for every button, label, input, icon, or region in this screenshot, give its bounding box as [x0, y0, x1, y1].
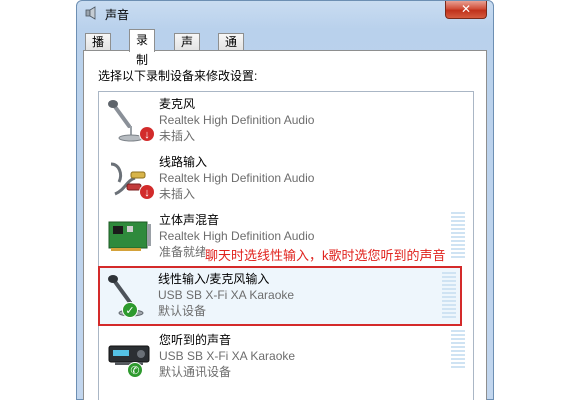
close-button[interactable]: ✕ — [445, 1, 487, 19]
unplugged-badge-icon: ↓ — [139, 184, 155, 200]
red-annotation-text: 聊天时选线性输入，k歌时选您听到的声音 — [205, 245, 446, 264]
sound-card-icon — [108, 221, 151, 251]
device-status: 默认通讯设备 — [159, 365, 232, 379]
level-meter — [442, 272, 456, 320]
unplugged-badge-icon: ↓ — [139, 126, 155, 142]
device-name: 线路输入 — [159, 155, 208, 169]
tab-playback[interactable]: 播放 — [85, 33, 112, 65]
recording-panel: 选择以下录制设备来修改设置: ↓ 麦克风 Realtek High Defini… — [83, 50, 487, 400]
device-driver: USB SB X-Fi XA Karaoke — [158, 288, 295, 302]
device-status: 未插入 — [159, 129, 196, 143]
device-driver: USB SB X-Fi XA Karaoke — [159, 349, 296, 363]
device-item-what-you-hear[interactable]: ✆ 您听到的声音 USB SB X-Fi XA Karaoke 默认通讯设备 — [99, 328, 473, 385]
tab-sounds[interactable]: 声音 — [174, 33, 201, 65]
level-meter — [451, 330, 465, 370]
device-driver: Realtek High Definition Audio — [159, 229, 315, 243]
level-meter — [451, 212, 465, 260]
device-item-microphone[interactable]: ↓ 麦克风 Realtek High Definition Audio 未插入 — [99, 92, 473, 149]
device-driver: Realtek High Definition Audio — [159, 171, 315, 185]
device-driver: Realtek High Definition Audio — [159, 113, 315, 127]
device-name: 线性输入/麦克风输入 — [158, 272, 270, 286]
default-comm-device-icon: ✆ — [127, 362, 143, 378]
device-item-line-mic-input[interactable]: ✓ 线性输入/麦克风输入 USB SB X-Fi XA Karaoke 默认设备 — [98, 266, 462, 326]
window-title: 声音 — [105, 8, 130, 22]
device-name: 立体声混音 — [159, 213, 220, 227]
default-device-check-icon: ✓ — [122, 302, 138, 318]
instruction-text: 选择以下录制设备来修改设置: — [98, 69, 258, 83]
title-bar[interactable]: 声音 ✕ — [77, 1, 493, 25]
device-status: 未插入 — [159, 187, 196, 201]
device-item-line-in[interactable]: ↓ 线路输入 Realtek High Definition Audio 未插入 — [99, 150, 473, 207]
device-status: 默认设备 — [158, 304, 207, 318]
speaker-icon — [85, 6, 96, 20]
device-name: 您听到的声音 — [159, 333, 232, 347]
sound-dialog: 声音 ✕ 播放 录制 声音 通信 选择以下录制设备来修改设置: ↓ 麦克风 Re… — [76, 0, 494, 400]
tab-recording[interactable]: 录制 — [129, 29, 156, 67]
device-name: 麦克风 — [159, 97, 196, 111]
tab-communications[interactable]: 通信 — [218, 33, 245, 65]
